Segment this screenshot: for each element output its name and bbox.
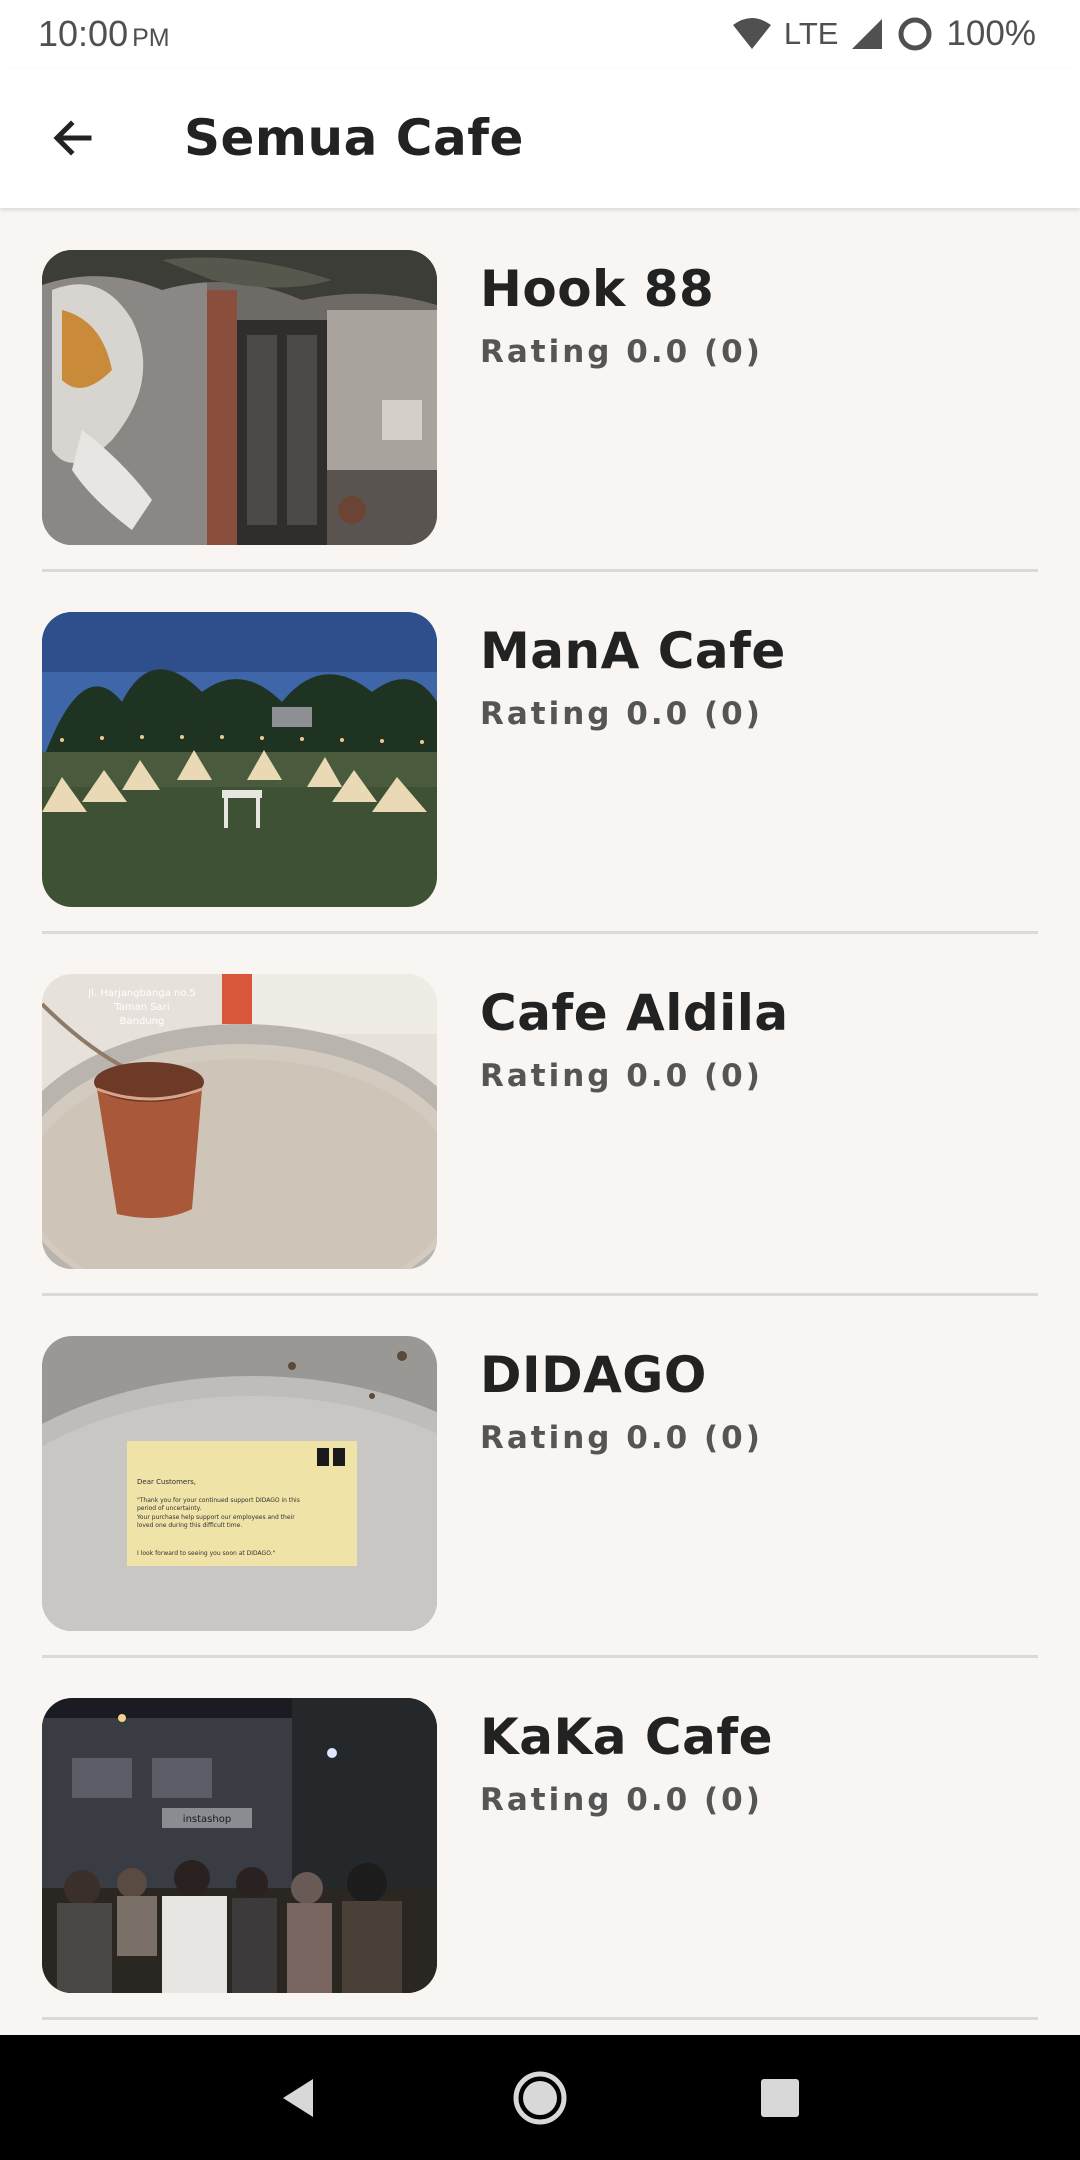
status-time-ampm: PM bbox=[132, 24, 170, 52]
status-bar: 10:00 PM LTE 100% bbox=[0, 0, 1080, 68]
cafe-name: DIDAGO bbox=[480, 1346, 707, 1404]
nav-back-icon bbox=[283, 2078, 313, 2117]
didago-card-line3: Your purchase help support our employees… bbox=[136, 1514, 295, 1521]
nav-home-icon bbox=[513, 2071, 567, 2124]
cafe-info: KaKa Cafe Rating 0.0 (0) bbox=[480, 1698, 773, 2020]
cafe-rating: Rating 0.0 (0) bbox=[480, 696, 763, 732]
cafe-name: KaKa Cafe bbox=[480, 1708, 773, 1766]
address-overlay-line1: Jl. Harjangbanga no.5 bbox=[87, 988, 196, 999]
cafe-name: ManA Cafe bbox=[480, 622, 786, 680]
cafe-list-item[interactable]: instashop KaKa Cafe Rating 0.0 (0) bbox=[0, 1658, 1080, 2020]
cafe-list-item[interactable]: Hook 88 Rating 0.0 (0) bbox=[0, 210, 1080, 572]
battery-percentage: 100% bbox=[946, 14, 1036, 53]
cafe-info: Cafe Aldila Rating 0.0 (0) bbox=[480, 974, 789, 1296]
cafe-list-item[interactable]: ManA Cafe Rating 0.0 (0) bbox=[0, 572, 1080, 934]
nav-recents-button[interactable] bbox=[735, 2053, 825, 2143]
cafe-name: Cafe Aldila bbox=[480, 984, 789, 1042]
cafe-name: Hook 88 bbox=[480, 260, 715, 318]
back-button[interactable] bbox=[35, 100, 111, 176]
wifi-icon bbox=[732, 18, 771, 49]
cafe-rating: Rating 0.0 (0) bbox=[480, 1058, 763, 1094]
cafe-photo: Jl. Harjangbanga no.5 Taman Sari Bandung bbox=[42, 974, 437, 1269]
cafe-rating: Rating 0.0 (0) bbox=[480, 1420, 763, 1456]
didago-card-line1: "Thank you for your continued support DI… bbox=[137, 1497, 300, 1504]
nav-back-button[interactable] bbox=[255, 2053, 345, 2143]
cafe-list-item[interactable]: Jl. Harjangbanga no.5 Taman Sari Bandung… bbox=[0, 934, 1080, 1296]
cafe-rating: Rating 0.0 (0) bbox=[480, 334, 763, 370]
cafe-info: ManA Cafe Rating 0.0 (0) bbox=[480, 612, 786, 934]
cafe-list-item[interactable]: Dear Customers, "Thank you for your cont… bbox=[0, 1296, 1080, 1658]
didago-card-heading: Dear Customers, bbox=[137, 1478, 196, 1486]
cafe-info: DIDAGO Rating 0.0 (0) bbox=[480, 1336, 763, 1658]
network-type-label: LTE bbox=[783, 16, 839, 51]
battery-saver-icon bbox=[898, 17, 932, 51]
cafe-info: Hook 88 Rating 0.0 (0) bbox=[480, 250, 763, 572]
didago-card-line2: period of uncertainty. bbox=[137, 1505, 201, 1512]
arrow-left-icon bbox=[53, 120, 92, 156]
page-title: Semua Cafe bbox=[184, 109, 524, 167]
cafe-photo: instashop bbox=[42, 1698, 437, 1993]
didago-card-line5: I look forward to seeing you soon at DID… bbox=[137, 1550, 276, 1557]
status-time-value: 10:00 bbox=[38, 13, 129, 54]
system-nav-bar bbox=[0, 2035, 1080, 2160]
storefront-sign: instashop bbox=[183, 1814, 231, 1825]
cafe-photo: Dear Customers, "Thank you for your cont… bbox=[42, 1336, 437, 1631]
address-overlay-line3: Bandung bbox=[120, 1016, 165, 1027]
nav-home-button[interactable] bbox=[495, 2053, 585, 2143]
app-bar: Semua Cafe bbox=[0, 68, 1080, 208]
didago-card-line4: loved one during this difficult time. bbox=[137, 1522, 242, 1529]
cafe-photo bbox=[42, 250, 437, 545]
cafe-list[interactable]: Hook 88 Rating 0.0 (0) ManA Cafe Rating … bbox=[0, 210, 1080, 2035]
cell-signal-icon bbox=[852, 19, 883, 49]
cafe-rating: Rating 0.0 (0) bbox=[480, 1782, 763, 1818]
status-icons: LTE 100% bbox=[732, 14, 1036, 54]
cafe-photo bbox=[42, 612, 437, 907]
address-overlay-line2: Taman Sari bbox=[113, 1002, 169, 1013]
status-time: 10:00 PM bbox=[38, 13, 170, 55]
nav-recents-icon bbox=[761, 2078, 799, 2117]
